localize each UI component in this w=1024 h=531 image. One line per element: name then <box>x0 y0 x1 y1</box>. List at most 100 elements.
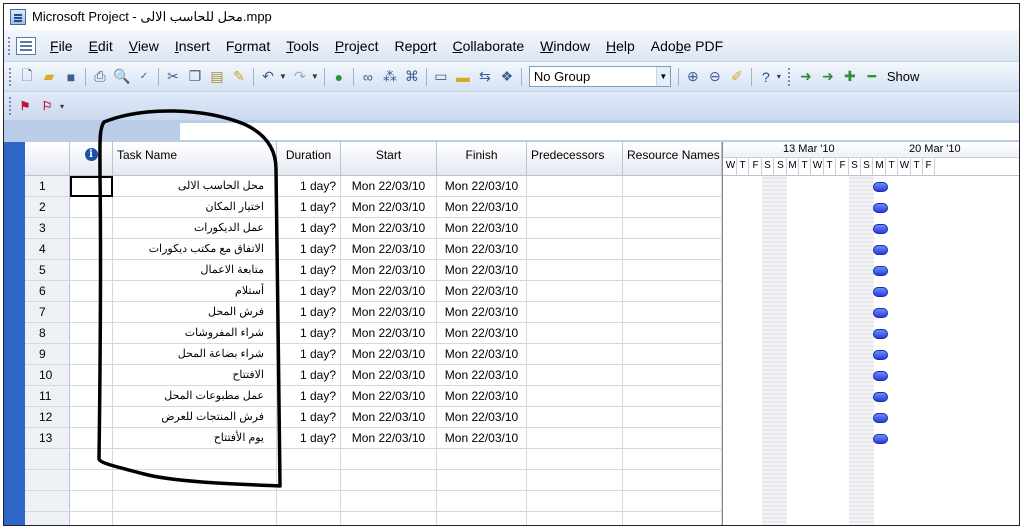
duration-cell[interactable]: 1 day? <box>277 428 341 449</box>
predecessors-cell[interactable] <box>527 260 623 281</box>
resource-names-cell[interactable] <box>623 428 722 449</box>
resource-names-cell[interactable] <box>623 449 722 470</box>
row-id[interactable]: 13 <box>25 428 70 449</box>
menu-file[interactable]: File <box>42 30 81 62</box>
row-id[interactable] <box>25 449 70 470</box>
duration-cell[interactable] <box>277 491 341 512</box>
cut-icon[interactable]: ✂ <box>162 66 184 88</box>
predecessors-cell[interactable] <box>527 281 623 302</box>
finish-cell[interactable]: Mon 22/03/10 <box>437 218 527 239</box>
undo-icon[interactable]: ↶ <box>257 66 279 88</box>
table-row[interactable]: 5 متابعة الاعمال 1 day? Mon 22/03/10 Mon 22/… <box>25 260 722 281</box>
duration-cell[interactable]: 1 day? <box>277 218 341 239</box>
indicator-cell[interactable] <box>70 407 113 428</box>
duration-cell[interactable]: 1 day? <box>277 176 341 197</box>
table-row[interactable] <box>25 470 722 491</box>
table-row[interactable] <box>25 512 722 525</box>
task-name-cell[interactable]: شراء المفروشات <box>113 323 277 344</box>
header-predecessors[interactable]: Predecessors <box>527 142 623 176</box>
indicator-cell[interactable] <box>70 449 113 470</box>
table-row[interactable]: 13 يوم الأفتتاح 1 day? Mon 22/03/10 Mon 22/0… <box>25 428 722 449</box>
predecessors-cell[interactable] <box>527 512 623 525</box>
finish-cell[interactable]: Mon 22/03/10 <box>437 386 527 407</box>
indicator-cell[interactable] <box>70 323 113 344</box>
indicator-cell[interactable] <box>70 176 113 197</box>
table-row[interactable]: 1 محل الحاسب الالى 1 day? Mon 22/03/10 Mon 2… <box>25 176 722 197</box>
redo-dropdown-icon[interactable]: ▼ <box>311 72 319 81</box>
task-name-cell[interactable]: فرش المنتجات للعرض <box>113 407 277 428</box>
indicator-cell[interactable] <box>70 197 113 218</box>
menu-adobe-pdf[interactable]: Adobe PDF <box>643 30 731 62</box>
menu-view[interactable]: View <box>121 30 167 62</box>
gantt-task-bar[interactable] <box>873 245 888 255</box>
start-cell[interactable] <box>341 512 437 525</box>
task-name-cell[interactable] <box>113 449 277 470</box>
gantt-task-bar[interactable] <box>873 434 888 444</box>
finish-cell[interactable]: Mon 22/03/10 <box>437 176 527 197</box>
start-cell[interactable]: Mon 22/03/10 <box>341 281 437 302</box>
task-name-cell[interactable]: الافتتاح <box>113 365 277 386</box>
duration-cell[interactable]: 1 day? <box>277 302 341 323</box>
menu-tools[interactable]: Tools <box>278 30 327 62</box>
row-id[interactable] <box>25 512 70 525</box>
resource-names-cell[interactable] <box>623 386 722 407</box>
row-id[interactable]: 1 <box>25 176 70 197</box>
table-row[interactable]: 10 الافتتاح 1 day? Mon 22/03/10 Mon 22/03/10 <box>25 365 722 386</box>
gantt-task-bar[interactable] <box>873 266 888 276</box>
gantt-task-bar[interactable] <box>873 413 888 423</box>
predecessors-cell[interactable] <box>527 365 623 386</box>
resource-names-cell[interactable] <box>623 302 722 323</box>
indicator-cell[interactable] <box>70 344 113 365</box>
print-icon[interactable]: ⎙ <box>89 66 111 88</box>
table-row[interactable]: 7 فرش المحل 1 day? Mon 22/03/10 Mon 22/03/10 <box>25 302 722 323</box>
resource-names-cell[interactable] <box>623 239 722 260</box>
task-name-cell[interactable]: الاتفاق مع مكتب ديكورات <box>113 239 277 260</box>
document-icon[interactable] <box>16 36 36 55</box>
unlink-tasks-icon[interactable]: ⁂ <box>379 66 401 88</box>
duration-cell[interactable] <box>277 470 341 491</box>
resource-names-cell[interactable] <box>623 176 722 197</box>
gantt-task-bar[interactable] <box>873 182 888 192</box>
row-id[interactable]: 3 <box>25 218 70 239</box>
menu-collaborate[interactable]: Collaborate <box>445 30 533 62</box>
new-icon[interactable]: 🗋 <box>16 66 38 88</box>
spelling-icon[interactable]: ✓ <box>133 66 155 88</box>
finish-cell[interactable]: Mon 22/03/10 <box>437 344 527 365</box>
menu-insert[interactable]: Insert <box>167 30 218 62</box>
menu-window[interactable]: Window <box>532 30 598 62</box>
row-id[interactable]: 2 <box>25 197 70 218</box>
duration-cell[interactable] <box>277 449 341 470</box>
resource-names-cell[interactable] <box>623 365 722 386</box>
menu-report[interactable]: Report <box>386 30 444 62</box>
resource-names-cell[interactable] <box>623 491 722 512</box>
finish-cell[interactable]: Mon 22/03/10 <box>437 365 527 386</box>
gantt-task-bar[interactable] <box>873 308 888 318</box>
task-name-cell[interactable] <box>113 512 277 525</box>
copy-icon[interactable]: ❐ <box>184 66 206 88</box>
select-all-corner[interactable] <box>25 142 70 176</box>
show-subtasks-icon[interactable]: ✚ <box>839 66 861 88</box>
indicators-header[interactable]: i <box>70 142 113 176</box>
resource-names-cell[interactable] <box>623 512 722 525</box>
indicator-cell[interactable] <box>70 386 113 407</box>
indicator-cell[interactable] <box>70 239 113 260</box>
start-cell[interactable]: Mon 22/03/10 <box>341 218 437 239</box>
duration-cell[interactable]: 1 day? <box>277 197 341 218</box>
duration-cell[interactable]: 1 day? <box>277 260 341 281</box>
duration-cell[interactable]: 1 day? <box>277 239 341 260</box>
hide-subtasks-icon[interactable]: ━ <box>861 66 883 88</box>
toolbar-grip[interactable] <box>9 97 13 115</box>
indicator-cell[interactable] <box>70 302 113 323</box>
start-cell[interactable] <box>341 491 437 512</box>
duration-cell[interactable] <box>277 512 341 525</box>
predecessors-cell[interactable] <box>527 239 623 260</box>
finish-cell[interactable] <box>437 470 527 491</box>
table-row[interactable]: 2 اختيار المكان 1 day? Mon 22/03/10 Mon 22/0… <box>25 197 722 218</box>
hyperlink-globe-icon[interactable]: ● <box>328 66 350 88</box>
table-row[interactable]: 3 عمل الديكورات 1 day? Mon 22/03/10 Mon 22/0… <box>25 218 722 239</box>
chevron-down-icon[interactable]: ▼ <box>655 67 670 86</box>
table-row[interactable]: 12 فرش المنتجات للعرض 1 day? Mon 22/03/10 Mo… <box>25 407 722 428</box>
gantt-task-bar[interactable] <box>873 392 888 402</box>
duration-cell[interactable]: 1 day? <box>277 365 341 386</box>
open-folder-icon[interactable]: ▰ <box>38 66 60 88</box>
